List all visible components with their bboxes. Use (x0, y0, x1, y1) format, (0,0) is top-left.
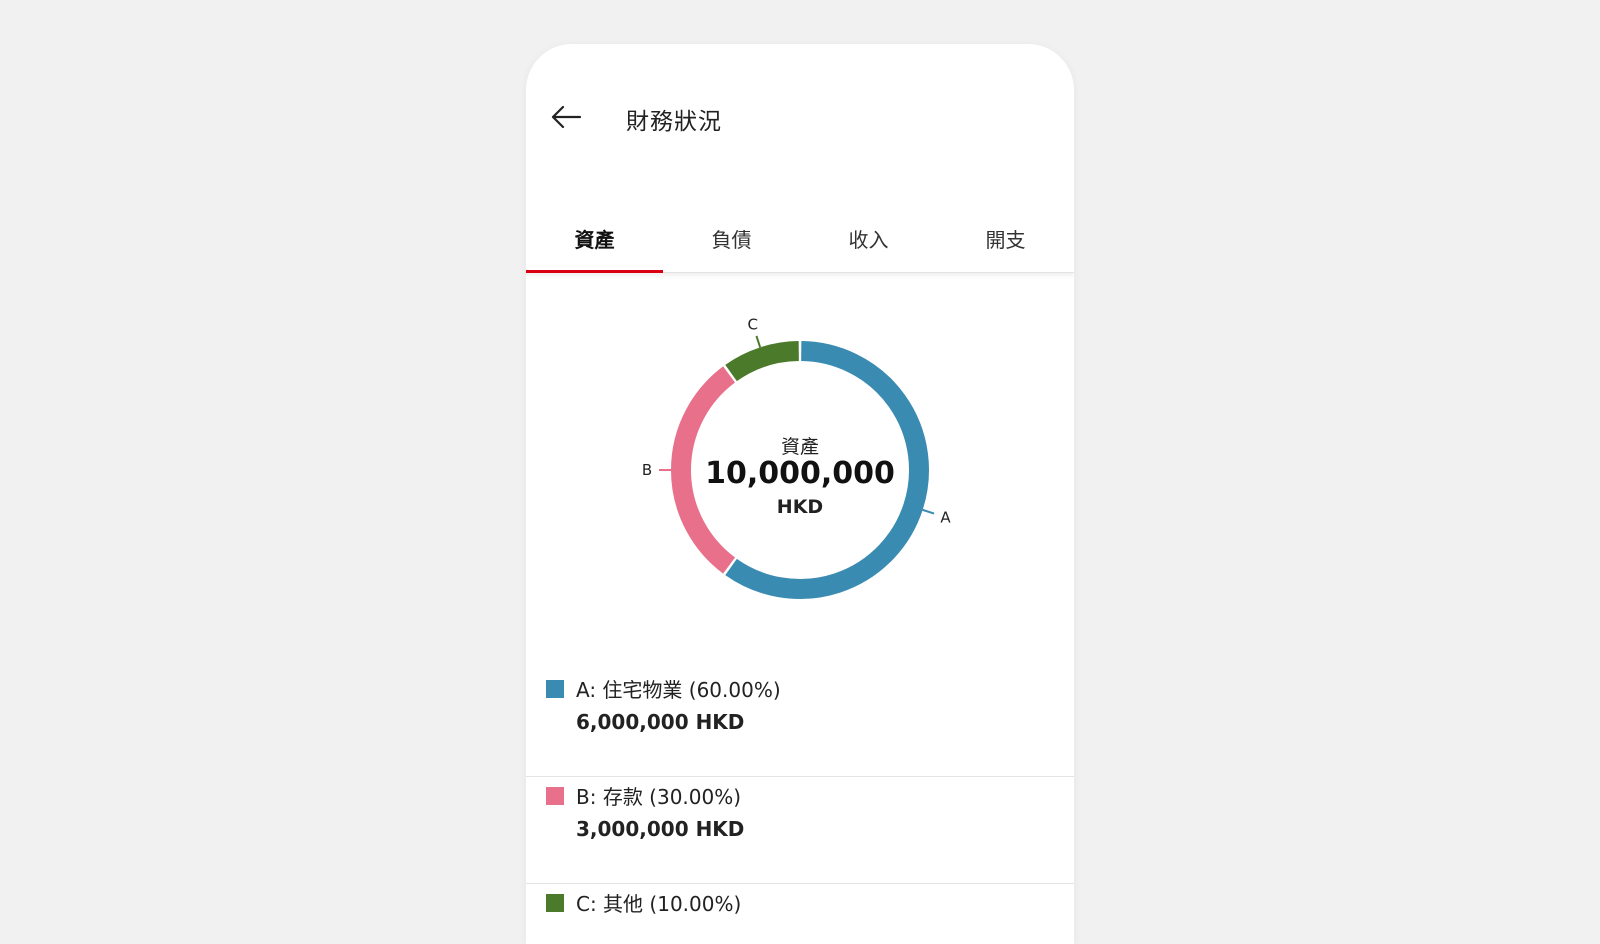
legend-label: B: 存款 (30.00%) (576, 785, 742, 809)
legend-amount: 6,000,000 HKD (576, 710, 745, 734)
top-app-bar: 財務狀況 (526, 44, 1074, 194)
legend-label: C: 其他 (10.00%) (576, 892, 742, 916)
tab-bar: 資產 負債 收入 開支 (526, 194, 1074, 273)
donut-slice-c[interactable] (725, 341, 800, 382)
back-button[interactable] (546, 100, 586, 134)
legend-amount: 3,000,000 HKD (576, 817, 745, 841)
tab-label: 資產 (574, 228, 615, 252)
arrow-left-icon (551, 105, 582, 129)
legend-item-c[interactable]: C: 其他 (10.00%) (526, 884, 1074, 944)
tab-label: 開支 (985, 228, 1026, 252)
legend-item-b[interactable]: B: 存款 (30.00%) 3,000,000 HKD (526, 777, 1074, 884)
donut-label-c: C (747, 315, 757, 333)
legend-swatch (546, 894, 564, 912)
legend-label: A: 住宅物業 (60.00%) (576, 678, 781, 702)
tab-label: 收入 (848, 228, 889, 252)
donut-chart-area: ABC 資產 10,000,000 HKD (526, 284, 1074, 644)
legend-swatch (546, 680, 564, 698)
phone-screen: 財務狀況 資產 負債 收入 開支 ABC 資產 10,000,000 HKD A… (526, 44, 1074, 944)
legend-item-a[interactable]: A: 住宅物業 (60.00%) 6,000,000 HKD (526, 670, 1074, 777)
donut-leader-c (755, 335, 762, 348)
tab-label: 負債 (711, 228, 752, 252)
legend-swatch (546, 787, 564, 805)
tab-assets[interactable]: 資產 (526, 194, 663, 273)
chart-center-currency: HKD (776, 496, 824, 518)
tab-income[interactable]: 收入 (800, 194, 937, 272)
tab-liabilities[interactable]: 負債 (663, 194, 800, 272)
page-title: 財務狀況 (626, 109, 722, 135)
tab-expenses[interactable]: 開支 (937, 194, 1074, 272)
legend-list: A: 住宅物業 (60.00%) 6,000,000 HKD B: 存款 (30… (526, 670, 1074, 944)
chart-center-label: 資產 (780, 436, 819, 458)
chart-center-value: 10,000,000 (705, 456, 895, 491)
